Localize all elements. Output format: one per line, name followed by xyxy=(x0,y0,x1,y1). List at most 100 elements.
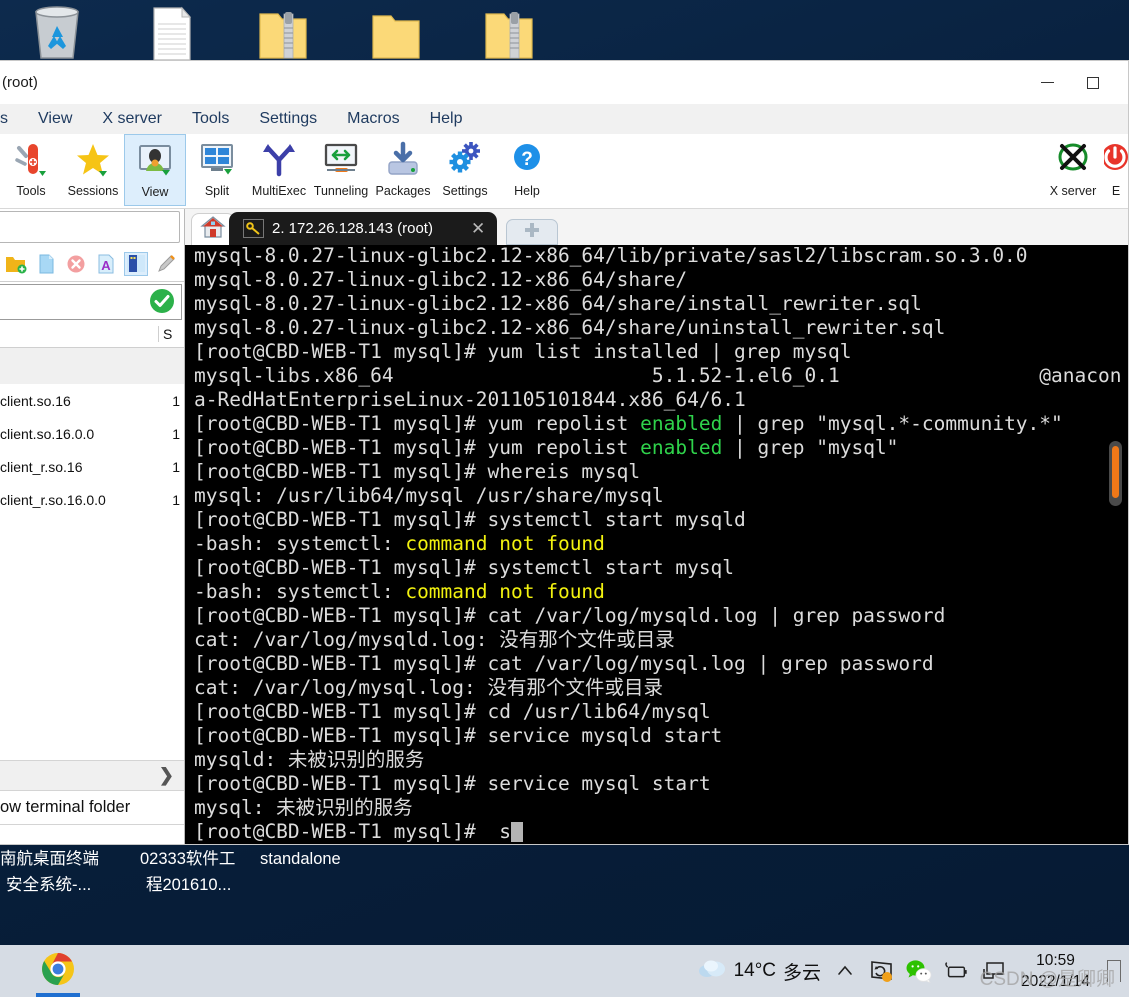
taskbar-tray: 14°C 多云 10:59 2022/1/14 xyxy=(697,945,1129,997)
window-minimize-button[interactable] xyxy=(1024,61,1070,104)
menu-item-tools[interactable]: Tools xyxy=(177,108,244,130)
terminal-span: -bash: systemctl: xyxy=(194,532,406,555)
terminal-line: mysqld: 未被识别的服务 xyxy=(194,748,1128,772)
desktop-icon-zip-folder-2[interactable] xyxy=(452,2,565,60)
terminal-scrollbar[interactable] xyxy=(1109,441,1122,506)
chevron-up-icon[interactable] xyxy=(832,958,858,984)
sftp-parent-row[interactable] xyxy=(0,348,184,384)
ribbon-button-view[interactable]: View xyxy=(124,134,186,206)
ribbon-button-help[interactable]: ? Help xyxy=(496,134,558,206)
package-download-icon xyxy=(383,138,423,182)
terminal-area: 2. 172.26.128.143 (root) ✕ mysql-8.0.27-… xyxy=(185,209,1128,844)
desktop-icon-label-2-line1: 02333软件工 xyxy=(140,850,236,868)
taskbar-app-chrome[interactable] xyxy=(30,945,86,997)
list-item[interactable]: client_r.so.16 1 xyxy=(0,450,184,483)
tab-strip: 2. 172.26.128.143 (root) ✕ xyxy=(185,209,1128,245)
menu-bar: s View X server Tools Settings Macros He… xyxy=(0,104,1128,134)
list-item[interactable]: client_r.so.16.0.0 1 xyxy=(0,483,184,516)
taskbar-weather[interactable]: 14°C 多云 xyxy=(697,956,821,986)
new-folder-icon[interactable] xyxy=(4,252,28,276)
terminal-span: mysql-libs.x86_64 5.1.52-1.el6_0.1 @anac… xyxy=(194,364,1122,387)
menu-item-view[interactable]: View xyxy=(23,108,87,130)
desktop-icon-labels: 南航桌面终端 02333软件工 standalone 安全系统-... 程201… xyxy=(0,845,1129,925)
ribbon-button-exit[interactable]: E xyxy=(1104,134,1128,206)
ribbon-button-settings[interactable]: Settings xyxy=(434,134,496,206)
sftp-expand-button[interactable]: ❯ xyxy=(0,760,184,790)
menu-item-help[interactable]: Help xyxy=(415,108,478,130)
ribbon-label-sessions: Sessions xyxy=(67,184,119,198)
svg-text:A: A xyxy=(101,258,111,273)
terminal-span: a-RedHatEnterpriseLinux-201105101844.x86… xyxy=(194,388,746,411)
terminal-line: mysql-libs.x86_64 5.1.52-1.el6_0.1 @anac… xyxy=(194,364,1128,388)
ribbon-button-packages[interactable]: Packages xyxy=(372,134,434,206)
recycle-bin-icon xyxy=(34,6,79,59)
taskbar-clock[interactable]: 10:59 2022/1/14 xyxy=(1017,950,1094,992)
ribbon-button-split[interactable]: Split xyxy=(186,134,248,206)
terminal-line: -bash: systemctl: command not found xyxy=(194,580,1128,604)
sync-app-icon[interactable] xyxy=(869,958,895,984)
terminal-span: command not found xyxy=(405,580,605,603)
list-item[interactable]: client.so.16 1 xyxy=(0,384,184,417)
maximize-icon xyxy=(1087,76,1099,89)
terminal-line: [root@CBD-WEB-T1 mysql]# systemctl start… xyxy=(194,556,1128,580)
new-tab-button[interactable] xyxy=(506,219,559,245)
terminal-text: mysql-8.0.27-linux-glibc2.12-x86_64/lib/… xyxy=(185,245,1128,844)
terminal-line: [root@CBD-WEB-T1 mysql]# systemctl start… xyxy=(194,508,1128,532)
delete-icon[interactable] xyxy=(64,252,88,276)
close-icon[interactable]: ✕ xyxy=(471,219,485,239)
ribbon-button-xserver[interactable]: X server xyxy=(1042,134,1104,206)
ribbon-button-tools[interactable]: Tools xyxy=(0,134,62,206)
sftp-col-size[interactable]: S xyxy=(158,325,176,342)
text-editor-icon[interactable] xyxy=(124,251,148,276)
terminal-span: [root@CBD-WEB-T1 mysql]# systemctl start… xyxy=(194,508,746,531)
network-icon[interactable] xyxy=(980,958,1006,984)
windows-taskbar: 14°C 多云 10:59 2022/1/14 xyxy=(0,945,1129,997)
desktop-icon-label-3-line1: standalone xyxy=(260,850,341,868)
desktop-icon-document[interactable] xyxy=(113,2,226,60)
show-desktop-icon[interactable] xyxy=(1107,960,1121,982)
terminal-output[interactable]: mysql-8.0.27-linux-glibc2.12-x86_64/lib/… xyxy=(185,245,1128,844)
terminal-line: [root@CBD-WEB-T1 mysql]# yum repolist en… xyxy=(194,436,1128,460)
sftp-follow-terminal-folder-label[interactable]: ow terminal folder xyxy=(0,790,184,824)
terminal-line: mysql-8.0.27-linux-glibc2.12-x86_64/lib/… xyxy=(194,245,1128,268)
new-file-icon[interactable] xyxy=(34,252,58,276)
edit-pencil-icon[interactable] xyxy=(154,252,178,276)
svg-text:?: ? xyxy=(521,149,533,170)
terminal-line: a-RedHatEnterpriseLinux-201105101844.x86… xyxy=(194,388,1128,412)
ribbon-button-sessions[interactable]: Sessions xyxy=(62,134,124,206)
menu-item-macros[interactable]: Macros xyxy=(332,108,414,130)
sftp-path-field[interactable] xyxy=(0,211,180,243)
terminal-scrollbar-thumb[interactable] xyxy=(1112,446,1119,498)
window-body: A S client.so.16 1 client.so.16.0.0 1 cl… xyxy=(0,209,1128,844)
sftp-file-size: 1 xyxy=(172,425,180,442)
ribbon-label-settings: Settings xyxy=(442,184,488,198)
terminal-span: mysql-8.0.27-linux-glibc2.12-x86_64/shar… xyxy=(194,316,946,339)
ribbon-button-multiexec[interactable]: MultiExec xyxy=(248,134,310,206)
desktop-icon-zip-folder-1[interactable] xyxy=(226,2,339,60)
window-maximize-button[interactable] xyxy=(1070,61,1116,104)
terminal-span: [root@CBD-WEB-T1 mysql]# service mysql s… xyxy=(194,772,711,795)
desktop-icon-row xyxy=(0,0,1129,60)
terminal-span: [root@CBD-WEB-T1 mysql]# yum list instal… xyxy=(194,340,852,363)
zip-folder-icon xyxy=(258,12,307,59)
desktop-icon-plain-folder[interactable] xyxy=(339,2,452,60)
menu-item-xserver[interactable]: X server xyxy=(87,108,177,130)
wechat-icon[interactable] xyxy=(906,958,932,984)
menu-item-sessions[interactable]: s xyxy=(0,108,23,130)
sftp-file-name: client_r.so.16.0.0 xyxy=(0,491,106,508)
rename-icon[interactable]: A xyxy=(94,252,118,276)
menu-item-settings[interactable]: Settings xyxy=(244,108,332,130)
ribbon-label-packages: Packages xyxy=(375,184,431,198)
ribbon-button-tunneling[interactable]: Tunneling xyxy=(310,134,372,206)
desktop-icon-label-1-line1: 南航桌面终端 xyxy=(0,850,99,868)
sftp-footer xyxy=(0,824,184,844)
desktop-icon-recycle-bin[interactable] xyxy=(0,2,113,60)
tab-session[interactable]: 2. 172.26.128.143 (root) ✕ xyxy=(229,212,498,245)
sftp-file-name: client.so.16.0.0 xyxy=(0,425,95,442)
terminal-span: cat: /var/log/mysqld.log: 没有那个文件或目录 xyxy=(194,628,675,651)
tab-session-label: 2. 172.26.128.143 (root) xyxy=(272,220,433,237)
list-item[interactable]: client.so.16.0.0 1 xyxy=(0,417,184,450)
battery-icon[interactable] xyxy=(943,958,969,984)
terminal-line: [root@CBD-WEB-T1 mysql]# s xyxy=(194,820,1128,844)
terminal-span: cat: /var/log/mysql.log: 没有那个文件或目录 xyxy=(194,676,663,699)
